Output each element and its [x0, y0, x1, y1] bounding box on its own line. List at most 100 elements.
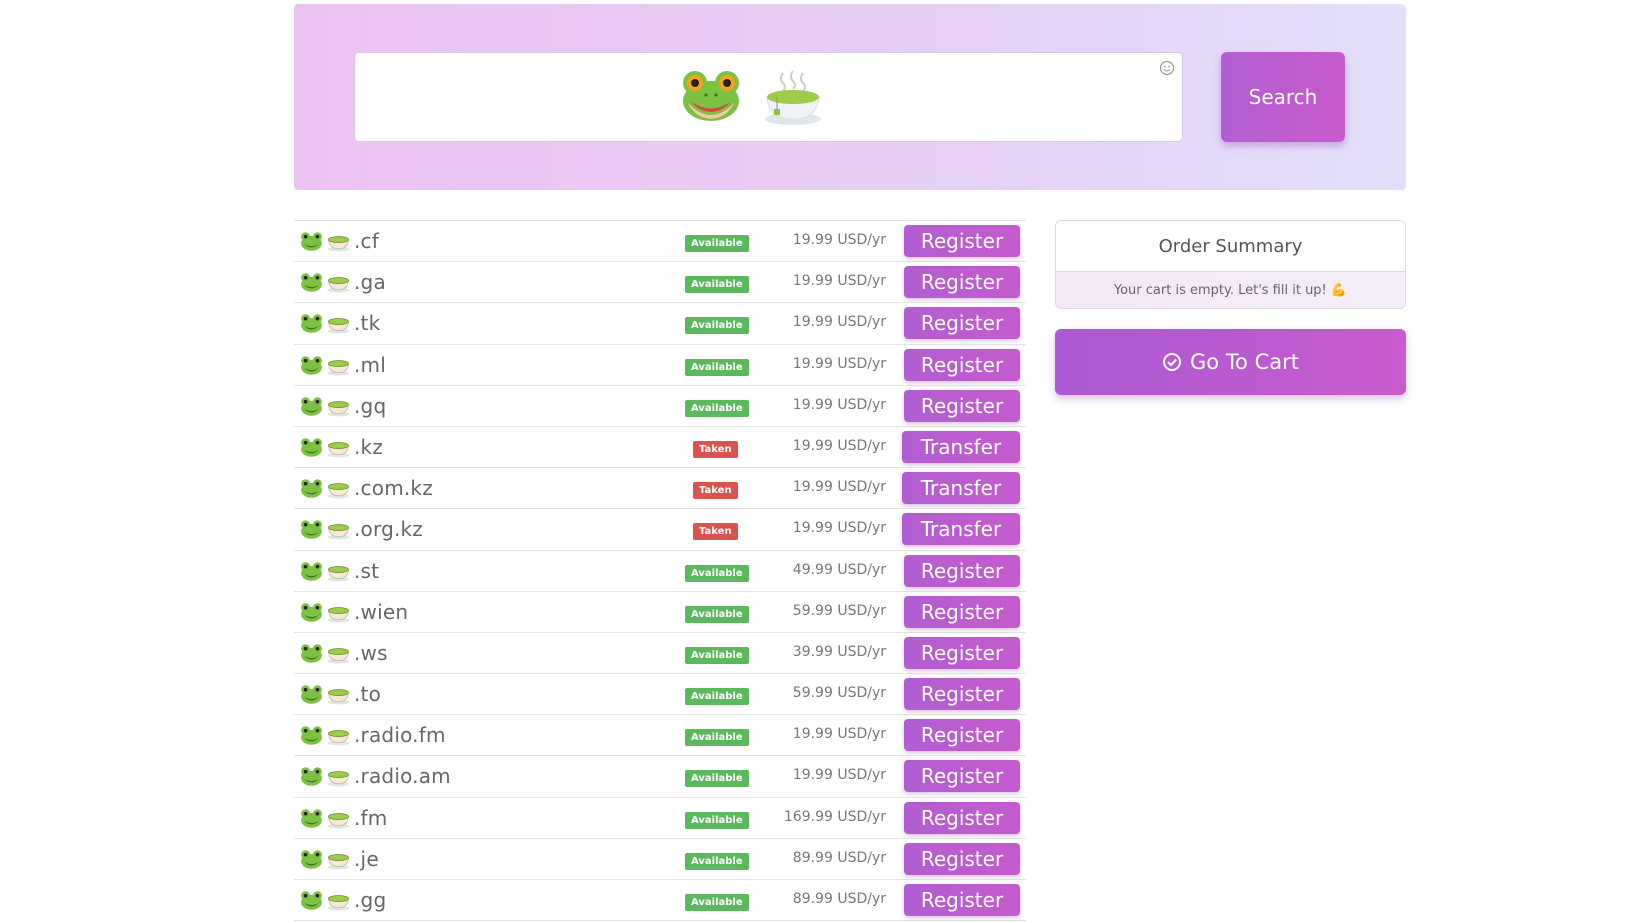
go-to-cart-button[interactable]: Go To Cart	[1055, 329, 1406, 395]
status-badge: Available	[685, 770, 749, 788]
tea-cup-icon	[327, 812, 350, 829]
domain-tld: .st	[354, 558, 380, 583]
tea-cup-icon	[327, 689, 350, 705]
frog-face-icon	[301, 644, 322, 663]
domain-emojis	[300, 437, 350, 459]
tea-cup-icon	[327, 730, 350, 746]
register-button[interactable]: Register	[904, 884, 1020, 916]
status-badge: Available	[685, 852, 749, 870]
domain-price: 19.99 USD/yr	[792, 437, 886, 454]
search-button[interactable]: Search	[1221, 52, 1345, 142]
domain-row: .ga Available 19.99 USD/yr Register	[294, 262, 1026, 304]
go-to-cart-label: Go To Cart	[1190, 350, 1299, 374]
domain-emojis	[300, 602, 350, 624]
order-summary: Order Summary Your cart is empty. Let's …	[1055, 220, 1406, 309]
register-button[interactable]: Register	[904, 595, 1020, 628]
cart-empty-message: Your cart is empty. Let's fill it up! 💪	[1056, 272, 1405, 308]
status-badge: Available	[685, 729, 749, 747]
status-badge: Available	[685, 894, 749, 911]
register-button[interactable]: Register	[904, 678, 1020, 711]
domain-tld: .radio.fm	[354, 723, 446, 748]
status-badge: Taken	[693, 440, 738, 458]
search-input[interactable]	[354, 52, 1183, 142]
register-button[interactable]: Register	[904, 307, 1020, 340]
domain-emojis	[300, 355, 350, 377]
domain-row: .gg Available 89.99 USD/yr Register	[294, 880, 1026, 922]
domain-price: 59.99 USD/yr	[792, 685, 886, 702]
domain-emojis	[300, 808, 350, 830]
domain-emojis	[300, 684, 350, 706]
register-button[interactable]: Register	[904, 760, 1020, 793]
check-circle-icon	[1163, 353, 1181, 371]
domain-price: 19.99 USD/yr	[792, 314, 886, 331]
tea-cup-icon	[327, 359, 350, 376]
order-summary-title: Order Summary	[1056, 221, 1405, 272]
emoji-picker-icon[interactable]	[1159, 60, 1175, 76]
status-badge: Available	[685, 605, 749, 623]
domain-row: .gq Available 19.99 USD/yr Register	[294, 386, 1026, 427]
tea-cup-icon	[327, 606, 350, 623]
status-badge: Available	[685, 646, 749, 664]
domain-emojis	[300, 643, 350, 665]
frog-face-icon	[301, 561, 322, 581]
domain-tld: .je	[354, 846, 379, 871]
tea-cup-icon	[327, 895, 350, 911]
register-button[interactable]: Register	[904, 636, 1020, 669]
domain-row: .to Available 59.99 USD/yr Register	[294, 674, 1026, 716]
frog-face-icon	[301, 850, 322, 869]
register-button[interactable]: Register	[904, 348, 1020, 381]
domain-row: .st Available 49.99 USD/yr Register	[294, 551, 1026, 592]
transfer-button[interactable]: Transfer	[902, 472, 1020, 505]
domain-price: 39.99 USD/yr	[792, 643, 886, 660]
domain-price: 19.99 USD/yr	[792, 726, 886, 743]
register-button[interactable]: Register	[904, 719, 1020, 752]
frog-face-icon	[301, 314, 322, 334]
domain-row: .org.kz Taken 19.99 USD/yr Transfer	[294, 509, 1026, 551]
frog-face-icon	[301, 479, 322, 498]
domain-emojis	[300, 725, 350, 747]
frog-face-icon	[301, 808, 322, 828]
status-badge: Taken	[693, 482, 738, 500]
frog-face-icon	[301, 602, 322, 622]
register-button[interactable]: Register	[904, 554, 1020, 587]
register-button[interactable]: Register	[904, 842, 1020, 875]
domain-tld: .ga	[354, 270, 386, 295]
tea-cup-icon	[327, 318, 350, 334]
domain-tld: .ws	[354, 640, 388, 665]
domain-emojis	[300, 519, 350, 541]
domain-tld: .com.kz	[354, 476, 433, 501]
register-button[interactable]: Register	[904, 266, 1020, 299]
transfer-button[interactable]: Transfer	[902, 430, 1020, 463]
domain-price: 49.99 USD/yr	[792, 561, 886, 578]
domain-price: 89.99 USD/yr	[792, 891, 886, 907]
transfer-button[interactable]: Transfer	[902, 513, 1020, 546]
domain-results-table: .cf Available 19.99 USD/yr Register .ga Avail…	[294, 220, 1026, 922]
frog-face-icon	[301, 520, 322, 540]
register-button[interactable]: Register	[904, 389, 1020, 422]
domain-emojis	[300, 561, 350, 583]
status-badge: Available	[685, 564, 749, 582]
frog-face-icon	[301, 396, 322, 416]
status-badge: Available	[685, 276, 749, 294]
frog-face-icon	[301, 232, 322, 251]
domain-row: .radio.am Available 19.99 USD/yr Register	[294, 756, 1026, 798]
domain-emojis	[300, 231, 350, 253]
domain-price: 169.99 USD/yr	[783, 808, 886, 825]
domain-price: 19.99 USD/yr	[792, 479, 886, 496]
domain-price: 19.99 USD/yr	[792, 232, 886, 248]
domain-price: 59.99 USD/yr	[792, 602, 886, 619]
register-button[interactable]: Register	[904, 801, 1020, 834]
domain-price: 19.99 USD/yr	[792, 767, 886, 784]
tea-cup-icon	[327, 853, 350, 870]
status-badge: Available	[685, 811, 749, 829]
tea-cup-icon	[765, 70, 821, 125]
register-button[interactable]: Register	[904, 225, 1020, 257]
domain-row: .tk Available 19.99 USD/yr Register	[294, 303, 1026, 345]
domain-tld: .cf	[354, 229, 379, 253]
domain-tld: .to	[354, 682, 382, 707]
tea-cup-icon	[327, 277, 350, 293]
tea-cup-icon	[327, 565, 350, 581]
domain-emojis	[300, 478, 350, 500]
domain-tld: .ml	[354, 352, 386, 377]
tea-cup-icon	[327, 236, 350, 252]
